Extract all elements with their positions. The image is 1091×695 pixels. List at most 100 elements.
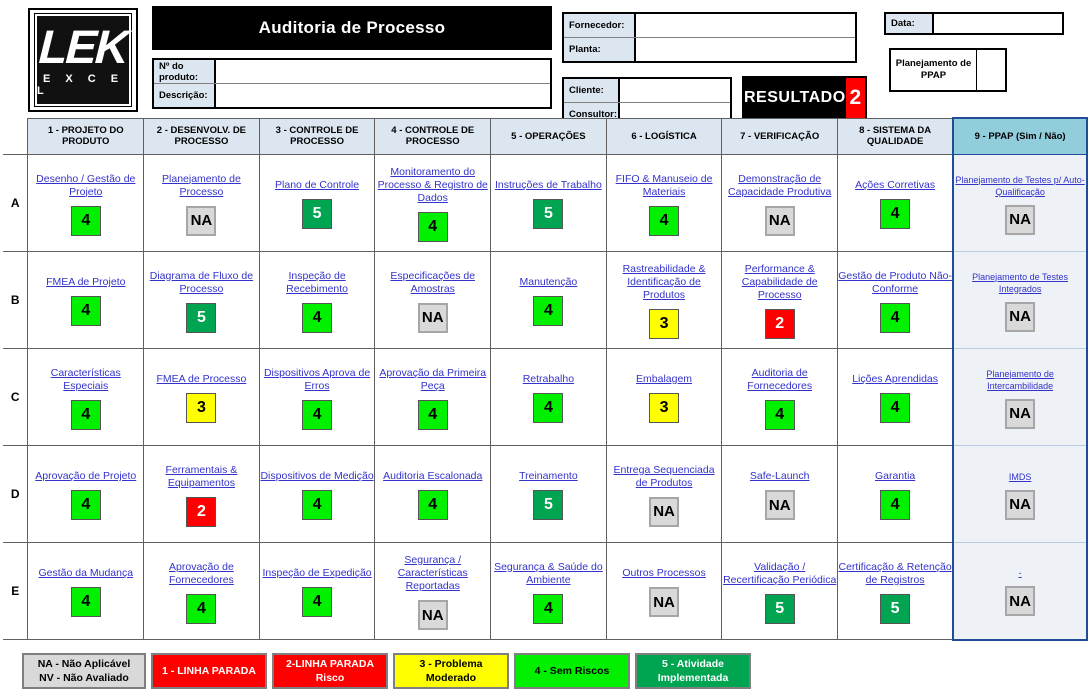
audit-cell-title[interactable]: Validação / Recertificação Periódica	[722, 561, 837, 587]
audit-cell-A9[interactable]: Planejamento de Testes p/ Auto-Qualifica…	[952, 154, 1088, 252]
audit-cell-title[interactable]: Desenho / Gestão de Projeto	[28, 173, 143, 199]
audit-cell-score[interactable]: 2	[764, 309, 795, 339]
audit-cell-score[interactable]: 4	[302, 302, 333, 333]
audit-cell-title[interactable]: FMEA de Projeto	[28, 276, 143, 289]
audit-cell-C3[interactable]: Dispositivos Aprova de Erros 4	[258, 348, 376, 446]
audit-cell-C2[interactable]: FMEA de Processo 3	[143, 348, 260, 446]
audit-cell-B3[interactable]: Inspeção de Recebimento 4	[258, 251, 376, 349]
audit-cell-score[interactable]: 4	[70, 587, 101, 617]
audit-cell-title[interactable]: Certificação & Retenção de Registros	[838, 561, 952, 587]
audit-cell-score[interactable]: 4	[533, 296, 564, 326]
audit-cell-score[interactable]: 3	[186, 393, 217, 423]
audit-cell-title[interactable]: Aprovação da Primeira Peça	[375, 367, 490, 393]
audit-cell-score[interactable]: 4	[302, 587, 333, 617]
audit-cell-A5[interactable]: Instruções de Trabalho 5	[490, 154, 607, 252]
audit-cell-B7[interactable]: Performance & Capabilidade de Processo 2	[721, 251, 839, 349]
audit-cell-title[interactable]: Ferramentais & Equipamentos	[144, 464, 259, 490]
audit-cell-title[interactable]: Rastreabilidade & Identificação de Produ…	[607, 263, 722, 302]
audit-cell-score[interactable]: NA	[1005, 204, 1036, 235]
audit-cell-score[interactable]: NA	[764, 205, 795, 236]
audit-cell-title[interactable]: Lições Aprendidas	[838, 373, 952, 386]
audit-cell-title[interactable]: Demonstração de Capacidade Produtiva	[722, 173, 837, 199]
audit-cell-D5[interactable]: Treinamento 5	[490, 445, 607, 543]
audit-cell-score[interactable]: 4	[880, 490, 911, 520]
audit-cell-E2[interactable]: Aprovação de Fornecedores 4	[143, 542, 260, 640]
audit-cell-E5[interactable]: Segurança & Saúde do Ambiente 4	[490, 542, 607, 640]
audit-cell-title[interactable]: Gestão de Produto Não-Conforme	[838, 270, 952, 296]
audit-cell-C4[interactable]: Aprovação da Primeira Peça 4	[374, 348, 492, 446]
audit-cell-D1[interactable]: Aprovação de Projeto 4	[27, 445, 145, 543]
audit-cell-title[interactable]: FIFO & Manuseio de Materiais	[607, 173, 722, 199]
audit-cell-score[interactable]: 5	[186, 302, 217, 333]
audit-cell-E6[interactable]: Outros Processos NA	[605, 542, 723, 640]
audit-cell-D9[interactable]: IMDS NA	[952, 445, 1088, 543]
audit-cell-score[interactable]: NA	[417, 302, 448, 333]
audit-cell-title[interactable]: Aprovação de Projeto	[28, 470, 143, 483]
audit-cell-E8[interactable]: Certificação & Retenção de Registros 5	[837, 542, 954, 640]
audit-cell-title[interactable]: Manutenção	[491, 276, 606, 289]
audit-cell-C9[interactable]: Planejamento de Intercambilidade NA	[952, 348, 1088, 446]
input-plant[interactable]	[636, 38, 855, 61]
audit-cell-title[interactable]: Planejamento de Processo	[144, 173, 259, 199]
audit-cell-title[interactable]: Gestão da Mudança	[28, 567, 143, 580]
audit-cell-title[interactable]: Entrega Sequenciada de Produtos	[607, 464, 722, 490]
audit-cell-score[interactable]: 4	[533, 593, 564, 624]
audit-cell-title[interactable]: Planejamento de Intercambilidade	[954, 368, 1086, 392]
audit-cell-C5[interactable]: Retrabalho 4	[490, 348, 607, 446]
audit-cell-B2[interactable]: Diagrama de Fluxo de Processo 5	[143, 251, 260, 349]
audit-cell-score[interactable]: 4	[70, 205, 101, 236]
audit-cell-score[interactable]: NA	[186, 205, 217, 236]
audit-cell-score[interactable]: NA	[1005, 586, 1036, 617]
audit-cell-title[interactable]: FMEA de Processo	[144, 373, 259, 386]
audit-cell-title[interactable]: Performance & Capabilidade de Processo	[722, 263, 837, 302]
audit-cell-score[interactable]: 5	[302, 199, 333, 229]
audit-cell-E4[interactable]: Segurança / Características Reportadas NA	[374, 542, 492, 640]
audit-cell-D2[interactable]: Ferramentais & Equipamentos 2	[143, 445, 260, 543]
audit-cell-E1[interactable]: Gestão da Mudança 4	[27, 542, 145, 640]
audit-cell-score[interactable]: 4	[70, 490, 101, 520]
audit-cell-score[interactable]: NA	[417, 600, 448, 630]
audit-cell-score[interactable]: 5	[880, 593, 911, 624]
audit-cell-score[interactable]: NA	[649, 587, 680, 617]
audit-cell-score[interactable]: 5	[533, 199, 564, 229]
audit-cell-score[interactable]: 3	[649, 309, 680, 339]
audit-cell-score[interactable]: NA	[1005, 489, 1036, 520]
audit-cell-title[interactable]: Dispositivos de Medição	[260, 470, 375, 483]
audit-cell-score[interactable]: 4	[880, 199, 911, 229]
audit-cell-E3[interactable]: Inspeção de Expedição 4	[258, 542, 376, 640]
audit-cell-B1[interactable]: FMEA de Projeto 4	[27, 251, 145, 349]
audit-cell-score[interactable]: 4	[649, 205, 680, 236]
audit-cell-score[interactable]: 4	[880, 393, 911, 423]
audit-cell-score[interactable]: 2	[186, 496, 217, 527]
audit-cell-title[interactable]: Auditoria de Fornecedores	[722, 367, 837, 393]
audit-cell-title[interactable]: Segurança / Características Reportadas	[375, 554, 490, 593]
audit-cell-score[interactable]: 4	[417, 212, 448, 242]
audit-cell-C1[interactable]: Características Especiais 4	[27, 348, 145, 446]
audit-cell-score[interactable]: NA	[764, 490, 795, 520]
audit-cell-A2[interactable]: Planejamento de Processo NA	[143, 154, 260, 252]
audit-cell-A1[interactable]: Desenho / Gestão de Projeto 4	[27, 154, 145, 252]
audit-cell-B4[interactable]: Especificações de Amostras NA	[374, 251, 492, 349]
audit-cell-title[interactable]: Outros Processos	[607, 567, 722, 580]
audit-cell-title[interactable]: Dispositivos Aprova de Erros	[260, 367, 375, 393]
input-product-number[interactable]	[216, 60, 550, 83]
audit-cell-title[interactable]: Inspeção de Recebimento	[260, 270, 375, 296]
input-client[interactable]	[620, 79, 730, 102]
audit-cell-title[interactable]: Plano de Controle	[260, 179, 375, 192]
audit-cell-score[interactable]: 4	[764, 399, 795, 430]
audit-cell-title[interactable]: Instruções de Trabalho	[491, 179, 606, 192]
audit-cell-title[interactable]: IMDS	[954, 471, 1086, 483]
audit-cell-score[interactable]: 4	[186, 593, 217, 624]
audit-cell-A7[interactable]: Demonstração de Capacidade Produtiva NA	[721, 154, 839, 252]
audit-cell-title[interactable]: Auditoria Escalonada	[375, 470, 490, 483]
audit-cell-score[interactable]: 4	[417, 490, 448, 520]
audit-cell-C6[interactable]: Embalagem 3	[605, 348, 723, 446]
audit-cell-title[interactable]: Diagrama de Fluxo de Processo	[144, 270, 259, 296]
audit-cell-A4[interactable]: Monitoramento do Processo & Registro de …	[374, 154, 492, 252]
audit-cell-title[interactable]: Aprovação de Fornecedores	[144, 561, 259, 587]
audit-cell-score[interactable]: 4	[880, 302, 911, 333]
audit-cell-title[interactable]: Ações Corretivas	[838, 179, 952, 192]
audit-cell-title[interactable]: Monitoramento do Processo & Registro de …	[375, 166, 490, 205]
audit-cell-C7[interactable]: Auditoria de Fornecedores 4	[721, 348, 839, 446]
audit-cell-A3[interactable]: Plano de Controle 5	[258, 154, 376, 252]
